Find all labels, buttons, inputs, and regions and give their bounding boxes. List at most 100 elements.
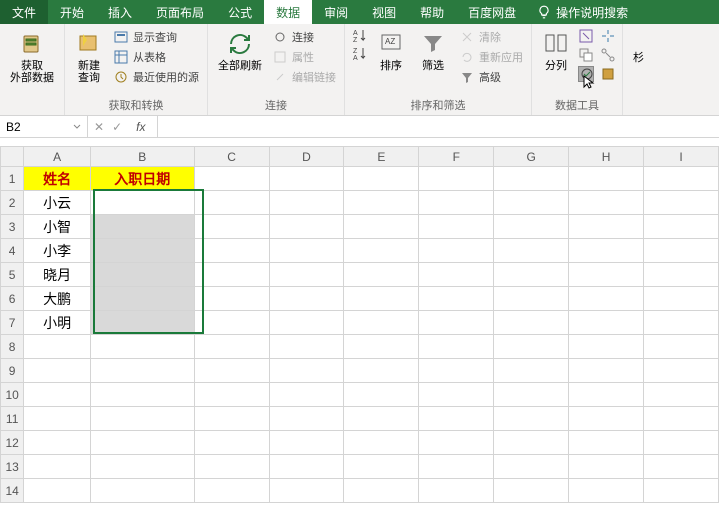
cell-B4[interactable] [90,239,194,263]
cell-E4[interactable] [344,239,419,263]
cell-C8[interactable] [194,335,269,359]
cell-B11[interactable] [90,407,194,431]
cell-C2[interactable] [194,191,269,215]
cell-I1[interactable] [644,167,719,191]
cell-A3[interactable]: 小智 [24,215,91,239]
cell-I6[interactable] [644,287,719,311]
cell-I9[interactable] [644,359,719,383]
cell-E2[interactable] [344,191,419,215]
row-header-8[interactable]: 8 [1,335,24,359]
row-header-9[interactable]: 9 [1,359,24,383]
row-header-5[interactable]: 5 [1,263,24,287]
cell-D4[interactable] [269,239,344,263]
cell-E10[interactable] [344,383,419,407]
formula-input[interactable] [158,116,719,137]
row-header-4[interactable]: 4 [1,239,24,263]
cell-I11[interactable] [644,407,719,431]
col-header-H[interactable]: H [569,147,644,167]
cell-H12[interactable] [569,431,644,455]
refresh-all-button[interactable]: 全部刷新 [214,28,266,86]
cell-B9[interactable] [90,359,194,383]
cell-E1[interactable] [344,167,419,191]
row-header-11[interactable]: 11 [1,407,24,431]
tab-view[interactable]: 视图 [360,0,408,24]
cell-G8[interactable] [494,335,569,359]
cell-I7[interactable] [644,311,719,335]
row-header-2[interactable]: 2 [1,191,24,215]
cell-F5[interactable] [419,263,494,287]
sort-button[interactable]: AZ 排序 [373,28,409,74]
cell-C3[interactable] [194,215,269,239]
cell-I12[interactable] [644,431,719,455]
cell-I3[interactable] [644,215,719,239]
cell-E7[interactable] [344,311,419,335]
sort-asc-icon[interactable]: AZ [351,28,367,44]
cell-D12[interactable] [269,431,344,455]
cell-D8[interactable] [269,335,344,359]
tab-baidu[interactable]: 百度网盘 [456,0,528,24]
cell-D6[interactable] [269,287,344,311]
cell-E6[interactable] [344,287,419,311]
cell-A9[interactable] [24,359,91,383]
advanced-filter-button[interactable]: 高级 [457,68,525,86]
cell-F13[interactable] [419,455,494,479]
cell-H2[interactable] [569,191,644,215]
connections-button[interactable]: 连接 [270,28,338,46]
consolidate-icon[interactable] [600,28,616,44]
tab-review[interactable]: 审阅 [312,0,360,24]
cell-C14[interactable] [194,479,269,503]
row-header-12[interactable]: 12 [1,431,24,455]
cell-G5[interactable] [494,263,569,287]
cell-B8[interactable] [90,335,194,359]
col-header-I[interactable]: I [644,147,719,167]
col-header-A[interactable]: A [24,147,91,167]
cell-H11[interactable] [569,407,644,431]
cell-D11[interactable] [269,407,344,431]
cell-E3[interactable] [344,215,419,239]
cell-C12[interactable] [194,431,269,455]
cell-C11[interactable] [194,407,269,431]
cell-B13[interactable] [90,455,194,479]
cell-A13[interactable] [24,455,91,479]
cell-A14[interactable] [24,479,91,503]
col-header-B[interactable]: B [90,147,194,167]
tab-insert[interactable]: 插入 [96,0,144,24]
tab-help[interactable]: 帮助 [408,0,456,24]
tab-home[interactable]: 开始 [48,0,96,24]
cell-A11[interactable] [24,407,91,431]
col-header-G[interactable]: G [494,147,569,167]
tab-data[interactable]: 数据 [264,0,312,24]
cell-B3[interactable] [90,215,194,239]
cell-A10[interactable] [24,383,91,407]
cell-C7[interactable] [194,311,269,335]
row-header-14[interactable]: 14 [1,479,24,503]
row-header-7[interactable]: 7 [1,311,24,335]
cell-H1[interactable] [569,167,644,191]
cancel-icon[interactable]: ✕ [94,120,104,134]
cell-B7[interactable] [90,311,194,335]
cell-E9[interactable] [344,359,419,383]
cell-B14[interactable] [90,479,194,503]
cell-F11[interactable] [419,407,494,431]
cell-C5[interactable] [194,263,269,287]
cell-E14[interactable] [344,479,419,503]
cell-I2[interactable] [644,191,719,215]
cell-H3[interactable] [569,215,644,239]
fx-button[interactable]: fx [130,118,151,136]
grid[interactable]: ABCDEFGHI1姓名入职日期2小云3小智4小李5晓月6大鹏7小明891011… [0,146,719,503]
cell-A2[interactable]: 小云 [24,191,91,215]
cell-F14[interactable] [419,479,494,503]
enter-icon[interactable]: ✓ [112,120,122,134]
cell-G9[interactable] [494,359,569,383]
show-queries-button[interactable]: 显示查询 [111,28,201,46]
cell-A1[interactable]: 姓名 [24,167,91,191]
from-table-button[interactable]: 从表格 [111,48,201,66]
relationships-icon[interactable] [600,47,616,63]
cell-F8[interactable] [419,335,494,359]
cell-I14[interactable] [644,479,719,503]
recent-sources-button[interactable]: 最近使用的源 [111,68,201,86]
cell-E12[interactable] [344,431,419,455]
select-all-corner[interactable] [1,147,24,167]
tell-me-search[interactable]: 操作说明搜索 [528,0,636,24]
cell-I8[interactable] [644,335,719,359]
